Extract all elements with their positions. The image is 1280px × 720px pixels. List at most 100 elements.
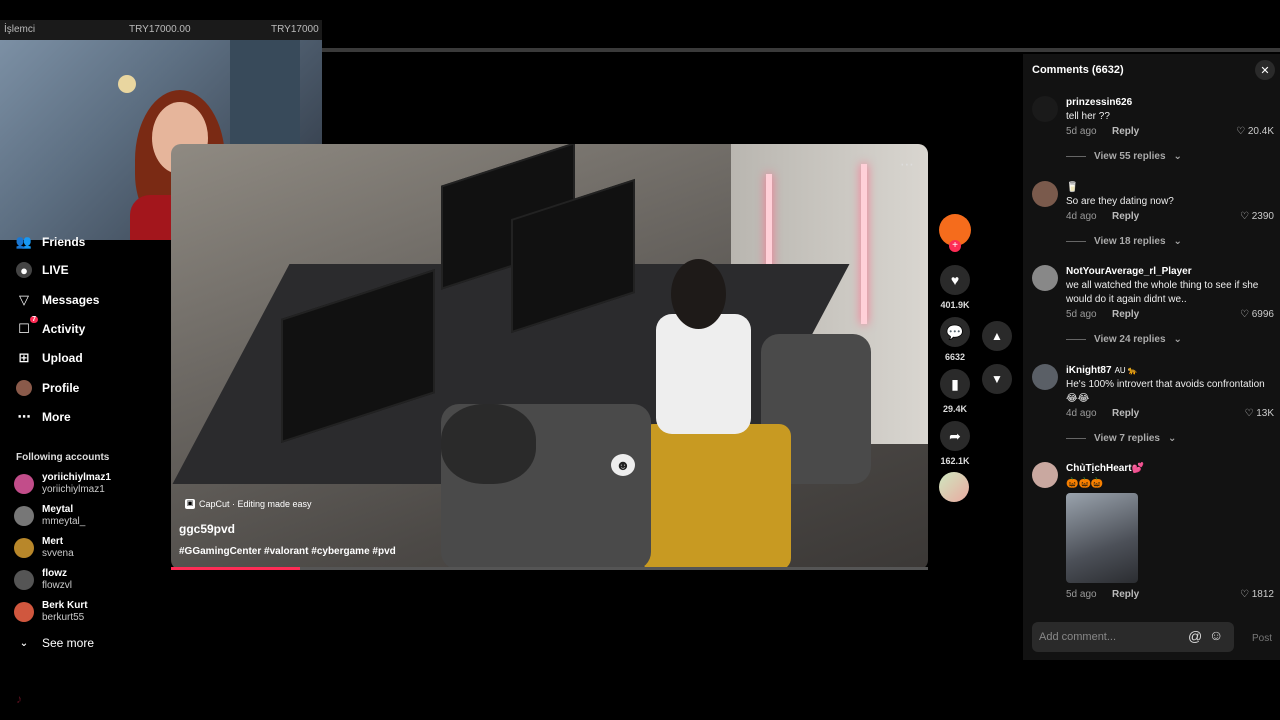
sidebar-item-activity[interactable]: ☐ 7 Activity — [16, 316, 85, 341]
video-progress-fill — [171, 567, 300, 570]
following-account[interactable]: Meytal mmeytal_ — [14, 502, 85, 530]
sidebar-item-label: Messages — [42, 293, 100, 307]
account-name: yoriichiylmaz1 — [42, 472, 111, 483]
next-video-button[interactable]: ▼ — [982, 364, 1012, 394]
view-replies-button[interactable]: View 55 replies ⌄ — [1066, 151, 1182, 162]
avatar[interactable] — [1032, 462, 1058, 488]
following-account[interactable]: Berk Kurt berkurt55 — [14, 598, 88, 626]
video-chair — [641, 424, 791, 570]
comment-like[interactable]: ♡ 20.4K — [1234, 126, 1274, 137]
chevron-down-icon: ⌄ — [19, 637, 29, 649]
cam-label-mid: TRY17000.00 — [129, 24, 191, 35]
activity-icon: ☐ 7 — [18, 316, 38, 336]
account-name: Berk Kurt — [42, 600, 88, 611]
close-icon: ✕ — [1260, 64, 1270, 77]
like-count: 20.4K — [1247, 126, 1274, 137]
comment-time: 4d ago — [1066, 408, 1097, 419]
comment-user[interactable]: ChủTịchHeart💕 — [1066, 463, 1144, 474]
previous-video-button[interactable]: ▲ — [982, 321, 1012, 351]
avatar[interactable] — [1032, 96, 1058, 122]
save-count: 29.4K — [942, 404, 968, 414]
see-more-label: See more — [42, 636, 95, 650]
avatar[interactable] — [1032, 364, 1058, 390]
following-account[interactable]: Mert svvena — [14, 534, 74, 562]
account-name: Meytal — [42, 504, 74, 515]
reply-button[interactable]: Reply — [1112, 309, 1139, 320]
like-count: 13K — [1256, 408, 1274, 419]
close-button[interactable]: ✕ — [1255, 60, 1275, 80]
video-light-strip — [861, 164, 867, 324]
account-handle: flowzvl — [42, 580, 73, 591]
cam-label-right: TRY17000 — [271, 24, 319, 35]
like-count: 1812 — [1251, 589, 1274, 600]
comment-text: He's 100% introvert that avoids confront… — [1066, 379, 1265, 404]
following-account[interactable]: flowz flowzvl — [14, 566, 72, 594]
comment-count: 6632 — [944, 352, 966, 362]
emoji-icon[interactable]: ☺ — [1209, 627, 1223, 643]
view-replies-label: View 18 replies — [1094, 236, 1166, 247]
like-button[interactable]: ♥ — [940, 265, 970, 295]
overlay-sticker-icon: ☻ — [611, 454, 635, 476]
view-replies-button[interactable]: View 7 replies ⌄ — [1066, 433, 1176, 444]
sidebar-item-messages[interactable]: ▽ Messages — [16, 288, 99, 312]
comment-icon: 💬 — [946, 323, 964, 340]
webcam-label-bar: İşlemci TRY17000.00 TRY17000 — [0, 20, 322, 40]
comment-like[interactable]: ♡ 13K — [1234, 408, 1274, 419]
following-accounts-title: Following accounts — [16, 452, 110, 463]
reply-button[interactable]: Reply — [1112, 408, 1139, 419]
share-button[interactable]: ➦ — [940, 421, 970, 451]
chevron-down-icon: ⌄ — [1167, 433, 1177, 444]
mention-icon[interactable]: @ — [1188, 628, 1202, 644]
comment-user[interactable]: prinzessin626 — [1066, 97, 1132, 108]
activity-badge: 7 — [30, 316, 38, 323]
chevron-down-icon: ⌄ — [1173, 151, 1182, 162]
comment-text: tell her ?? — [1066, 111, 1110, 122]
sidebar-item-live[interactable]: ● LIVE — [16, 258, 69, 282]
capcut-banner[interactable]: ▣ CapCut · Editing made easy — [185, 499, 312, 509]
post-button[interactable]: Post — [1252, 633, 1272, 644]
ellipsis-icon[interactable]: ⋯ — [900, 156, 914, 173]
video-author[interactable]: ggc59pvd — [179, 522, 235, 536]
avatar — [14, 602, 34, 622]
sidebar-item-profile[interactable]: Profile — [16, 376, 79, 400]
reply-button[interactable]: Reply — [1112, 589, 1139, 600]
comment-like[interactable]: ♡ 6996 — [1234, 309, 1274, 320]
sidebar-item-label: Upload — [42, 351, 83, 365]
comment-image[interactable] — [1066, 493, 1138, 583]
reply-button[interactable]: Reply — [1112, 126, 1139, 137]
comment-time: 5d ago — [1066, 589, 1097, 600]
chevron-down-icon: ⌄ — [1173, 236, 1182, 247]
account-handle: svvena — [42, 548, 74, 559]
sidebar-item-upload[interactable]: ⊞ Upload — [16, 346, 83, 370]
video-player[interactable]: ☻ ⋯ ▣ CapCut · Editing made easy ggc59pv… — [171, 144, 928, 570]
comment-input[interactable]: Add comment... @ ☺ — [1032, 622, 1234, 652]
see-more-button[interactable]: ⌄ See more — [16, 631, 94, 655]
following-account[interactable]: yoriichiylmaz1 yoriichiylmaz1 — [14, 470, 111, 498]
like-count: 2390 — [1251, 211, 1274, 222]
comment-user[interactable]: 🥛 — [1066, 182, 1078, 193]
view-replies-button[interactable]: View 18 replies ⌄ — [1066, 236, 1182, 247]
follow-plus-icon[interactable]: + — [949, 240, 961, 252]
heart-outline-icon: ♡ — [1236, 126, 1248, 137]
like-count: 401.9K — [940, 300, 970, 310]
avatar[interactable] — [1032, 181, 1058, 207]
sidebar-item-friends[interactable]: 👥 Friends — [16, 230, 85, 254]
account-handle: yoriichiylmaz1 — [42, 484, 105, 495]
comment-like[interactable]: ♡ 1812 — [1234, 589, 1274, 600]
comment-like[interactable]: ♡ 2390 — [1234, 211, 1274, 222]
save-button[interactable]: ▮ — [940, 369, 970, 399]
comment-button[interactable]: 💬 — [940, 317, 970, 347]
view-replies-button[interactable]: View 24 replies ⌄ — [1066, 334, 1182, 345]
avatar[interactable] — [1032, 265, 1058, 291]
comment-user[interactable]: NotYourAverage_rl_Player — [1066, 266, 1192, 277]
video-caption[interactable]: #GGamingCenter #valorant #cybergame #pvd — [179, 546, 396, 557]
reply-button[interactable]: Reply — [1112, 211, 1139, 222]
comment-time: 4d ago — [1066, 211, 1097, 222]
logo-watermark-icon: ♪ — [16, 692, 22, 706]
avatar — [14, 474, 34, 494]
comment-user-row[interactable]: iKnight87 AU 🐆 — [1066, 365, 1138, 376]
friends-icon: 👥 — [15, 234, 33, 249]
music-disc-icon[interactable] — [939, 472, 969, 502]
sidebar-item-more[interactable]: ⋯ More — [16, 405, 71, 429]
upload-icon: ⊞ — [18, 350, 30, 365]
